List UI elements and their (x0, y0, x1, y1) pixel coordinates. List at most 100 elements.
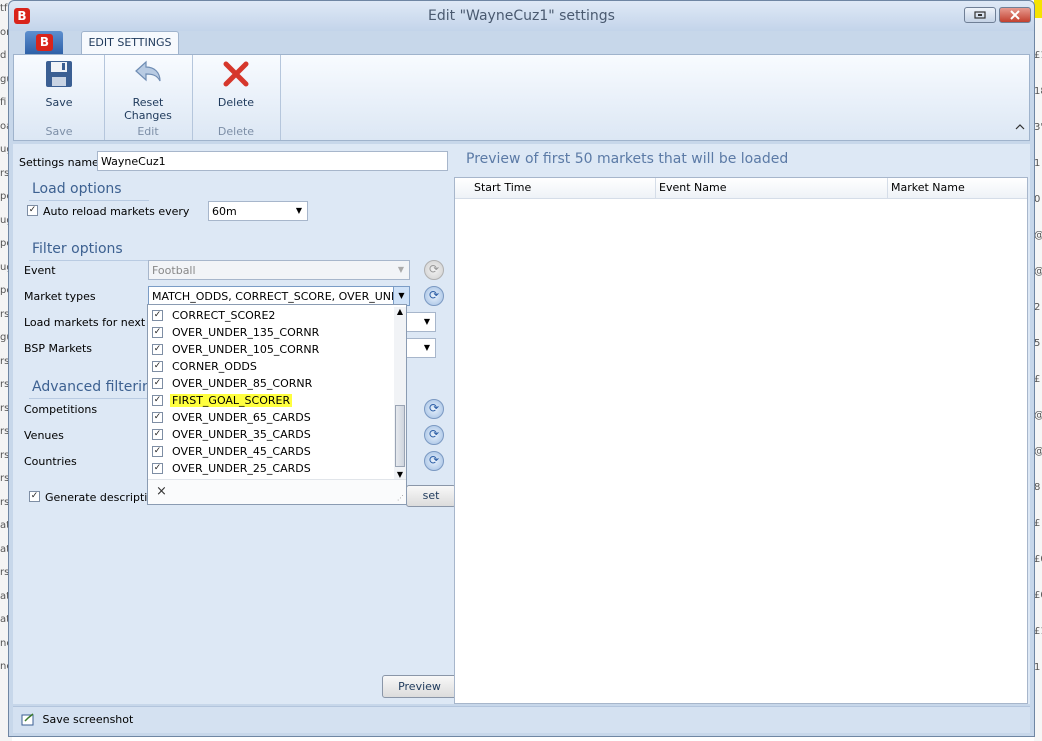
auto-reload-interval-select[interactable]: 60m ▼ (208, 201, 308, 221)
dropdown-item[interactable]: ✓ OVER_UNDER_45_CARDS (152, 443, 390, 460)
competitions-label: Competitions (24, 403, 98, 416)
bsp-markets-label: BSP Markets (24, 342, 93, 355)
application-menu-button[interactable]: B (25, 31, 63, 55)
market-types-select[interactable]: MATCH_ODDS, CORRECT_SCORE, OVER_UND... ▼ (148, 286, 410, 306)
group-label-delete: Delete (217, 125, 255, 138)
tab-edit-settings[interactable]: EDIT SETTINGS (81, 31, 179, 55)
delete-button-label: Delete (217, 96, 255, 109)
save-button-label: Save (45, 96, 73, 109)
background-text: @ (1034, 266, 1042, 277)
background-text: @ (1034, 410, 1042, 421)
market-types-value: MATCH_ODDS, CORRECT_SCORE, OVER_UND... (152, 290, 410, 303)
dropdown-item[interactable]: ✓ OVER_UNDER_65_CARDS (152, 409, 390, 426)
column-header-start-time[interactable]: Start Time (474, 181, 531, 194)
event-select[interactable]: Football ▼ (148, 260, 410, 280)
dropdown-item[interactable]: ✓ OVER_UNDER_105_CORNR (152, 341, 390, 358)
dropdown-item-label: FIRST_GOAL_SCORER (170, 394, 293, 407)
dropdown-item-checkbox[interactable]: ✓ (152, 361, 163, 372)
dropdown-item-label: CORRECT_SCORE2 (172, 309, 276, 322)
dropdown-item-label: CORNER_ODDS (172, 360, 257, 373)
delete-button[interactable]: Delete (212, 59, 260, 109)
refresh-icon: ⟳ (428, 401, 440, 415)
close-icon (1010, 10, 1020, 20)
reset-button-label: set (422, 489, 440, 502)
market-types-label: Market types (24, 290, 96, 303)
dropdown-scrollbar[interactable]: ▲ ▼ (394, 307, 406, 479)
event-value: Football (152, 264, 196, 277)
dropdown-item-checkbox[interactable]: ✓ (152, 378, 163, 389)
dropdown-item-checkbox[interactable]: ✓ (152, 429, 163, 440)
background-text: tf (0, 3, 8, 14)
dropdown-item[interactable]: ✓ CORNER_ODDS (152, 358, 390, 375)
venues-refresh-button[interactable]: ⟳ (424, 425, 444, 445)
dropdown-item-label: OVER_UNDER_65_CARDS (172, 411, 311, 424)
preview-title: Preview of first 50 markets that will be… (466, 151, 789, 167)
generate-description-checkbox[interactable]: ✓ (29, 491, 40, 502)
reset-changes-label-line2: Changes (124, 109, 172, 122)
auto-reload-checkbox[interactable]: ✓ (27, 205, 38, 216)
settings-name-label: Settings name (19, 156, 99, 169)
countries-label: Countries (24, 455, 77, 468)
background-text: @ (1034, 230, 1042, 241)
advanced-filtering-heading: Advanced filtering (32, 379, 160, 395)
chevron-down-icon: ▼ (397, 265, 405, 274)
section-divider (29, 200, 149, 201)
chevron-up-icon[interactable]: ▲ (394, 307, 406, 316)
refresh-icon: ⟳ (428, 427, 440, 441)
dropdown-item-checkbox[interactable]: ✓ (152, 310, 163, 321)
chevron-down-icon: ▼ (295, 206, 303, 215)
market-types-dropdown: ✓ CORRECT_SCORE2 ✓ OVER_UNDER_135_CORNR ✓ OVE… (147, 304, 407, 505)
column-header-market-name[interactable]: Market Name (891, 181, 965, 194)
background-text: fi (0, 97, 7, 108)
background-text: £0 (1034, 554, 1042, 565)
dropdown-item-checkbox[interactable]: ✓ (152, 344, 163, 355)
dropdown-item[interactable]: ✓ CORRECT_SCORE2 (152, 307, 390, 324)
section-divider (29, 398, 159, 399)
countries-refresh-button[interactable]: ⟳ (424, 451, 444, 471)
dropdown-item-label: OVER_UNDER_85_CORNR (172, 377, 313, 390)
filter-options-heading: Filter options (32, 241, 123, 257)
background-text: @ (1034, 446, 1042, 457)
event-refresh-button[interactable]: ⟳ (424, 260, 444, 280)
column-separator[interactable] (655, 178, 656, 198)
column-header-event-name[interactable]: Event Name (659, 181, 726, 194)
close-button[interactable] (999, 7, 1031, 23)
red-x-icon (223, 61, 249, 87)
reset-changes-button[interactable]: Reset Changes (118, 59, 178, 122)
settings-name-input[interactable]: WayneCuz1 (97, 151, 448, 171)
dropdown-item[interactable]: ✓ OVER_UNDER_85_CORNR (152, 375, 390, 392)
dropdown-item[interactable]: ✓ FIRST_GOAL_SCORER (152, 392, 390, 409)
ribbon-collapse-button[interactable] (1015, 123, 1025, 134)
dropdown-footer: × ⋰ (148, 479, 406, 504)
market-types-refresh-button[interactable]: ⟳ (424, 286, 444, 306)
section-divider (29, 260, 149, 261)
restore-button[interactable] (964, 7, 996, 23)
save-button[interactable]: Save (36, 59, 82, 109)
dropdown-item[interactable]: ✓ OVER_UNDER_35_CARDS (152, 426, 390, 443)
app-logo-icon: B (36, 34, 53, 51)
dropdown-item-checkbox[interactable]: ✓ (152, 463, 163, 474)
dropdown-item-checkbox[interactable]: ✓ (152, 327, 163, 338)
dropdown-item-checkbox[interactable]: ✓ (152, 446, 163, 457)
column-separator[interactable] (887, 178, 888, 198)
dropdown-item[interactable]: ✓ OVER_UNDER_25_CARDS (152, 460, 390, 477)
title-bar: B Edit "WayneCuz1" settings (9, 1, 1034, 31)
preview-button[interactable]: Preview (382, 675, 457, 698)
save-screenshot-button[interactable]: Save screenshot (21, 713, 133, 727)
load-markets-label: Load markets for next (24, 316, 146, 329)
clear-selection-button[interactable]: × (156, 484, 167, 499)
resize-grip-icon[interactable]: ⋰ (397, 494, 404, 502)
reset-changes-label-line1: Reset (132, 96, 164, 109)
chevron-down-icon[interactable]: ▼ (394, 470, 406, 479)
competitions-refresh-button[interactable]: ⟳ (424, 399, 444, 419)
reset-button[interactable]: set (406, 485, 456, 507)
dropdown-item-checkbox[interactable]: ✓ (152, 395, 163, 406)
dropdown-item-label: OVER_UNDER_105_CORNR (172, 343, 320, 356)
scroll-thumb[interactable] (395, 405, 405, 467)
ribbon-group-edit: Reset Changes Edit (104, 55, 193, 140)
screenshot-icon (21, 713, 34, 726)
dropdown-item[interactable]: ✓ OVER_UNDER_135_CORNR (152, 324, 390, 341)
background-yellow-corner (1034, 0, 1042, 18)
group-label-edit: Edit (137, 125, 159, 138)
dropdown-item-checkbox[interactable]: ✓ (152, 412, 163, 423)
